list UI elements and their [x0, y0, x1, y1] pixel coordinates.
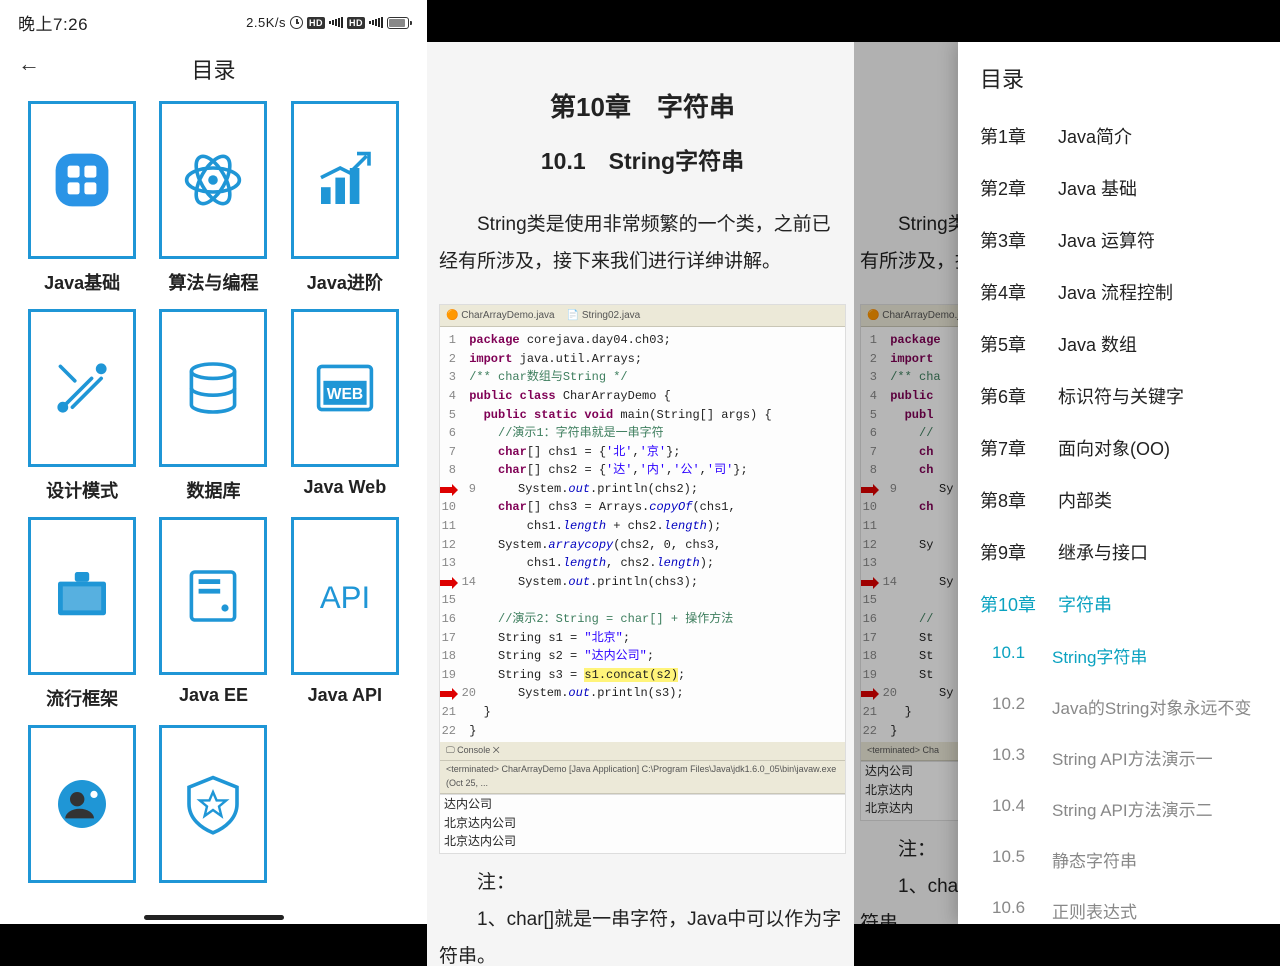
top-black-bar [854, 0, 1280, 42]
page-title: 目录 [191, 58, 235, 83]
hd-badge: HD [307, 17, 325, 29]
status-bar: 晚上7:26 2.5K/s HD HD [0, 0, 427, 41]
net-speed: 2.5K/s [246, 15, 286, 30]
svg-text:WEB: WEB [327, 386, 363, 403]
category-grid: Java基础 算法与编程 Java进阶 设计模式 数据库 WEB Java W [0, 101, 427, 893]
note-heading: 注： [439, 864, 846, 901]
section-list: 10.1String字符串10.2Java的String对象永远不变10.3St… [958, 630, 1280, 924]
tile-framework[interactable]: 流行框架 [24, 517, 140, 711]
people-icon [46, 768, 118, 840]
tile-java-api[interactable]: API Java API [287, 517, 403, 711]
signal-icon-2 [369, 17, 383, 29]
atom-icon [177, 144, 249, 216]
web-icon: WEB [309, 352, 381, 424]
tile-database[interactable]: 数据库 [155, 309, 271, 503]
toc-chapter[interactable]: 第2章Java 基础 [958, 162, 1280, 214]
toc-chapter[interactable]: 第6章标识符与关键字 [958, 370, 1280, 422]
hd-badge-2: HD [347, 17, 365, 29]
tile-java-advance[interactable]: Java进阶 [287, 101, 403, 295]
toc-chapter[interactable]: 第3章Java 运算符 [958, 214, 1280, 266]
article-content[interactable]: 第10章 字符串 10.1 String字符串 String类是使用非常频繁的一… [427, 42, 854, 966]
drawer-title: 目录 [958, 42, 1280, 110]
screen-home: 晚上7:26 2.5K/s HD HD ← 目录 Java基础 [0, 0, 427, 924]
section-title: 10.1 String字符串 [439, 139, 846, 184]
tile-label: 数据库 [186, 477, 240, 503]
svg-text:API: API [320, 580, 370, 615]
tile-label: 流行框架 [46, 685, 118, 711]
tile-label: 设计模式 [46, 477, 118, 503]
toc-chapter[interactable]: 第1章Java简介 [958, 110, 1280, 162]
toc-section[interactable]: 10.5静态字符串 [958, 834, 1280, 885]
tile-java-ee[interactable]: Java EE [155, 517, 271, 711]
toc-chapter[interactable]: 第7章面向对象(OO) [958, 422, 1280, 474]
chart-icon [309, 144, 381, 216]
signal-icon [329, 17, 343, 29]
editor-tab: 🟠 CharArrayDemo.java [446, 308, 555, 324]
tile-java-web[interactable]: WEB Java Web [287, 309, 403, 503]
apps-icon [46, 144, 118, 216]
tile-label: Java Web [303, 477, 386, 498]
tile-label: Java EE [179, 685, 248, 706]
clock-text: 晚上7:26 [18, 10, 88, 35]
tile-users[interactable] [24, 725, 140, 893]
screen-reader: 第10章 字符串 10.1 String字符串 String类是使用非常频繁的一… [427, 0, 854, 924]
battery-icon [387, 17, 409, 29]
tile-star[interactable] [155, 725, 271, 893]
top-black-bar [427, 0, 854, 42]
chapter-list: 第1章Java简介第2章Java 基础第3章Java 运算符第4章Java 流程… [958, 110, 1280, 630]
tile-algorithm[interactable]: 算法与编程 [155, 101, 271, 295]
toc-section[interactable]: 10.4String API方法演示二 [958, 783, 1280, 834]
toc-chapter[interactable]: 第9章继承与接口 [958, 526, 1280, 578]
screen-reader-toc: .. String类是使用非常频繁的一个类，之前已经有所涉及，接下来我们进行详绅… [854, 0, 1280, 924]
server-icon [177, 560, 249, 632]
toc-chapter[interactable]: 第4章Java 流程控制 [958, 266, 1280, 318]
database-icon [177, 352, 249, 424]
tile-design-pattern[interactable]: 设计模式 [24, 309, 140, 503]
editor-tab: 📄 String02.java [567, 308, 641, 324]
toc-section[interactable]: 10.1String字符串 [958, 630, 1280, 681]
note-line: 1、char[]就是一串字符，Java中可以作为字符串。 [439, 901, 846, 966]
tools-icon [46, 352, 118, 424]
toc-chapter[interactable]: 第5章Java 数组 [958, 318, 1280, 370]
shield-star-icon [177, 768, 249, 840]
toc-chapter[interactable]: 第10章字符串 [958, 578, 1280, 630]
chapter-title: 第10章 字符串 [439, 82, 846, 133]
code-screenshot: 🟠 CharArrayDemo.java📄 String02.java 1 pa… [439, 304, 846, 854]
toc-section[interactable]: 10.6正则表达式 [958, 885, 1280, 924]
toc-chapter[interactable]: 第8章内部类 [958, 474, 1280, 526]
tile-java-basics[interactable]: Java基础 [24, 101, 140, 295]
tile-label: Java进阶 [307, 269, 383, 295]
tile-label: 算法与编程 [168, 269, 258, 295]
toc-section[interactable]: 10.2Java的String对象永远不变 [958, 681, 1280, 732]
toc-drawer: 目录 第1章Java简介第2章Java 基础第3章Java 运算符第4章Java… [958, 42, 1280, 924]
alarm-icon [290, 16, 303, 29]
home-indicator[interactable] [144, 915, 284, 920]
api-icon: API [309, 560, 381, 632]
tile-label: Java基础 [44, 269, 120, 295]
app-bar: ← 目录 [0, 41, 427, 101]
toc-section[interactable]: 10.3String API方法演示一 [958, 732, 1280, 783]
tile-label: Java API [308, 685, 382, 706]
back-icon[interactable]: ← [18, 51, 40, 77]
paragraph: String类是使用非常频繁的一个类，之前已经有所涉及，接下来我们进行详绅讲解。 [439, 206, 846, 280]
board-icon [46, 560, 118, 632]
